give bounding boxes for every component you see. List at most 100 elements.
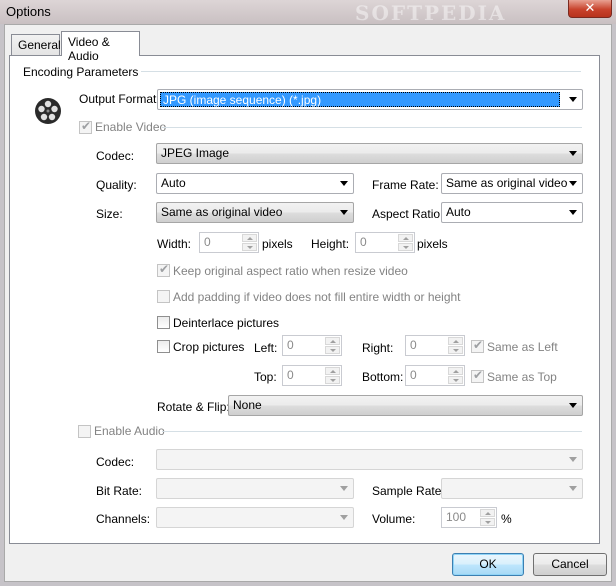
volume-label: Volume: (372, 512, 416, 526)
chevron-down-icon (569, 457, 577, 462)
crop-checkbox[interactable] (157, 340, 170, 353)
cancel-button[interactable]: Cancel (533, 553, 607, 576)
crop-top-label: Top: (254, 370, 277, 384)
crop-bottom-label: Bottom: (362, 370, 404, 384)
spin-down-icon[interactable] (325, 346, 340, 354)
width-unit: pixels (262, 237, 293, 251)
tab-video-audio[interactable]: Video & Audio (61, 31, 140, 63)
bit-rate-select[interactable] (156, 478, 354, 499)
quality-label: Quality: (96, 178, 137, 192)
crop-top-spinner[interactable]: 0 (282, 365, 342, 386)
quality-value: Auto (161, 176, 186, 190)
add-padding-checkbox[interactable] (157, 290, 170, 303)
enable-video-checkbox[interactable]: ✔ (79, 119, 92, 134)
chevron-down-icon (569, 210, 577, 215)
spin-up-icon[interactable] (448, 367, 463, 375)
group-divider (162, 127, 582, 128)
same-as-top-label: Same as Top (487, 370, 557, 384)
close-button[interactable]: ✕ (568, 0, 612, 18)
crop-right-spinner[interactable]: 0 (405, 335, 465, 356)
spin-down-icon[interactable] (448, 376, 463, 384)
checkmark-icon: ✔ (473, 368, 484, 382)
width-spinner[interactable]: 0 (199, 232, 259, 253)
add-padding-label: Add padding if video does not fill entir… (173, 290, 461, 304)
same-as-top-checkbox[interactable]: ✔ (471, 368, 484, 383)
output-format-value: JPG (image sequence) (*.jpg) (160, 92, 560, 107)
spin-up-icon[interactable] (325, 367, 340, 375)
crop-top-value: 0 (287, 368, 294, 382)
spin-up-icon[interactable] (398, 234, 413, 242)
crop-bottom-value: 0 (410, 368, 417, 382)
chevron-down-icon (340, 515, 348, 520)
codec-label: Codec: (96, 149, 135, 163)
spin-up-icon[interactable] (325, 337, 340, 345)
chevron-down-icon (569, 97, 577, 102)
spin-down-icon[interactable] (480, 518, 495, 526)
volume-value: 100 (446, 510, 467, 524)
same-as-left-checkbox[interactable]: ✔ (471, 338, 484, 353)
frame-rate-value: Same as original video (446, 176, 568, 190)
width-label: Width: (157, 237, 192, 251)
chevron-down-icon (340, 486, 348, 491)
frame-rate-select[interactable]: Same as original video (441, 173, 583, 194)
spin-down-icon[interactable] (242, 243, 257, 251)
same-as-left-label: Same as Left (487, 340, 558, 354)
ok-button[interactable]: OK (452, 553, 524, 576)
bit-rate-label: Bit Rate: (96, 484, 143, 498)
rotate-flip-label: Rotate & Flip: (157, 400, 230, 414)
output-format-select[interactable]: JPG (image sequence) (*.jpg) (157, 89, 583, 110)
channels-select[interactable] (156, 507, 354, 528)
crop-label: Crop pictures (173, 340, 245, 354)
aspect-ratio-select[interactable]: Auto (441, 202, 583, 223)
group-divider (162, 431, 582, 432)
height-label: Height: (311, 237, 350, 251)
crop-left-spinner[interactable]: 0 (282, 335, 342, 356)
encoding-group-title: Encoding Parameters (23, 65, 142, 79)
spin-down-icon[interactable] (398, 243, 413, 251)
tab-general[interactable]: General (11, 34, 61, 56)
spin-up-icon[interactable] (480, 509, 495, 517)
keep-aspect-checkbox[interactable]: ✔ (157, 262, 170, 277)
enable-video-label: Enable Video (95, 120, 167, 134)
checkmark-icon: ✔ (159, 262, 170, 276)
window-title: Options (6, 4, 51, 19)
sample-rate-label: Sample Rate: (372, 484, 445, 498)
deinterlace-checkbox[interactable] (157, 316, 170, 329)
spin-up-icon[interactable] (242, 234, 257, 242)
crop-right-value: 0 (410, 338, 417, 352)
audio-codec-label: Codec: (96, 455, 135, 469)
quality-select[interactable]: Auto (156, 173, 354, 194)
checkmark-icon: ✔ (473, 338, 484, 352)
channels-label: Channels: (96, 512, 151, 526)
chevron-down-icon (569, 486, 577, 491)
aspect-ratio-value: Auto (446, 205, 471, 219)
volume-unit: % (501, 512, 512, 526)
audio-codec-select[interactable] (156, 449, 583, 470)
size-select[interactable]: Same as original video (156, 202, 354, 223)
crop-bottom-spinner[interactable]: 0 (405, 365, 465, 386)
chevron-down-icon (569, 403, 577, 408)
volume-spinner[interactable]: 100 (441, 507, 497, 528)
size-value: Same as original video (161, 205, 283, 219)
enable-audio-label: Enable Audio (94, 424, 165, 438)
height-spinner[interactable]: 0 (355, 232, 415, 253)
codec-value: JPEG Image (161, 146, 230, 160)
height-unit: pixels (417, 237, 448, 251)
group-divider (131, 71, 581, 72)
crop-left-value: 0 (287, 338, 294, 352)
sample-rate-select[interactable] (441, 478, 583, 499)
rotate-flip-select[interactable]: None (228, 395, 583, 416)
enable-audio-checkbox[interactable] (78, 425, 91, 438)
output-format-label: Output Format: (79, 92, 160, 106)
frame-rate-label: Frame Rate: (372, 178, 439, 192)
keep-aspect-label: Keep original aspect ratio when resize v… (173, 264, 408, 278)
spin-down-icon[interactable] (448, 346, 463, 354)
film-reel-icon (35, 98, 61, 124)
codec-select[interactable]: JPEG Image (156, 143, 583, 164)
title-bar: Options SOFTPEDIA ✕ (0, 0, 616, 25)
spin-up-icon[interactable] (448, 337, 463, 345)
crop-right-label: Right: (362, 341, 394, 355)
size-label: Size: (96, 207, 123, 221)
spin-down-icon[interactable] (325, 376, 340, 384)
deinterlace-label: Deinterlace pictures (173, 316, 280, 330)
